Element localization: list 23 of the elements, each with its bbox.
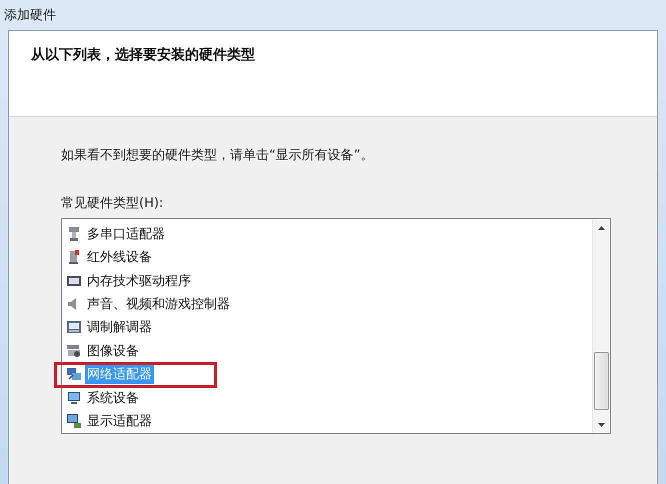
network-icon <box>66 366 82 382</box>
scroll-down-icon[interactable] <box>598 422 605 426</box>
list-item[interactable]: 图像设备 <box>85 340 141 361</box>
list-item[interactable]: 多串口适配器 <box>85 224 167 244</box>
list-item[interactable]: 调制解调器 <box>85 317 154 338</box>
port-icon <box>66 226 82 242</box>
scrollbar-thumb[interactable] <box>594 352 609 410</box>
instruction-text: 如果看不到想要的硬件类型，请单击“显示所有设备”。 <box>61 147 374 164</box>
list-item[interactable]: 红外线设备 <box>85 247 154 268</box>
scrollbar[interactable] <box>592 219 610 433</box>
window-title: 添加硬件 <box>4 7 56 24</box>
infrared-device-icon <box>66 249 82 266</box>
camera-icon <box>66 342 82 359</box>
monitor-icon <box>66 413 82 430</box>
scroll-up-icon[interactable] <box>598 226 605 230</box>
modem-icon <box>66 319 82 336</box>
computer-icon <box>66 390 82 406</box>
list-item[interactable]: 内存技术驱动程序 <box>85 270 193 291</box>
list-item[interactable]: 显示适配器 <box>85 411 154 432</box>
list-item[interactable]: 声音、视频和游戏控制器 <box>85 294 232 314</box>
heading: 从以下列表，选择要安装的硬件类型 <box>31 47 255 63</box>
list-label: 常见硬件类型(H): <box>61 195 164 212</box>
list-item[interactable]: 系统设备 <box>85 388 141 408</box>
